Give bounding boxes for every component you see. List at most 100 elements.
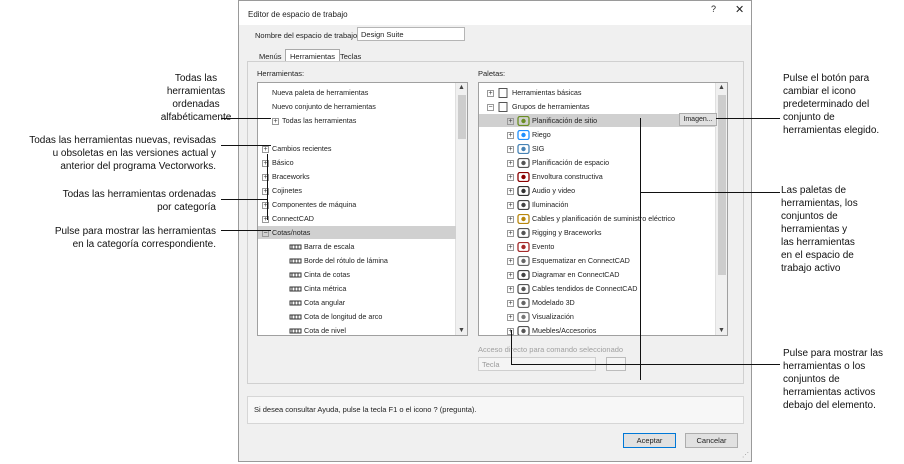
- collapse-icon[interactable]: −: [487, 103, 494, 111]
- tools-tree-item[interactable]: Cota angular: [258, 296, 456, 309]
- expand-icon[interactable]: +: [507, 229, 514, 237]
- expand-icon[interactable]: +: [262, 145, 269, 153]
- expand-icon[interactable]: +: [507, 159, 514, 167]
- leader-line: [640, 118, 641, 380]
- tool-set-icon: [517, 157, 530, 169]
- callout-image-button: Pulse el botón para cambiar el icono pre…: [783, 73, 880, 136]
- scroll-thumb[interactable]: [718, 95, 726, 275]
- ok-button[interactable]: Aceptar: [623, 433, 676, 448]
- tools-tree-item[interactable]: + Cambios recientes: [258, 142, 456, 155]
- palettes-tree-item[interactable]: + Riego: [479, 128, 715, 141]
- tools-tree-label: ConnectCAD: [272, 214, 314, 223]
- callout-recent-changes: Todas las herramientas nuevas, revisadas…: [29, 135, 216, 172]
- tools-tree-item[interactable]: + Todas las herramientas: [258, 114, 456, 127]
- tools-tree-label: Braceworks: [272, 172, 310, 181]
- resize-grip-icon[interactable]: ⋰: [742, 451, 749, 459]
- tools-tree-panel[interactable]: ▲ ▼ Nueva paleta de herramientas Nuevo co…: [257, 82, 468, 336]
- leader-line: [221, 199, 268, 200]
- expand-icon[interactable]: +: [507, 271, 514, 279]
- tools-tree-item[interactable]: + ConnectCAD: [258, 212, 456, 225]
- tools-tree-item[interactable]: Cota de longitud de arco: [258, 310, 456, 323]
- palettes-tree-item[interactable]: + Planificación de espacio: [479, 156, 715, 169]
- palettes-tree-item[interactable]: + Modelado 3D: [479, 296, 715, 309]
- expand-icon[interactable]: +: [507, 215, 514, 223]
- palettes-tree-item[interactable]: + Esquematizar en ConnectCAD: [479, 254, 715, 267]
- tools-tree-item[interactable]: Borde del rótulo de lámina: [258, 254, 456, 267]
- tool-set-icon: [517, 241, 530, 253]
- tools-tree-label: Barra de escala: [304, 242, 355, 251]
- palettes-tree-panel[interactable]: ▲ ▼ + Herramientas básicas − Grupos de herr…: [478, 82, 728, 336]
- workspace-name-input[interactable]: Design Suite: [357, 27, 465, 41]
- palettes-tree-item[interactable]: + SIG: [479, 142, 715, 155]
- tools-scrollbar[interactable]: ▲ ▼: [455, 83, 467, 335]
- expand-icon[interactable]: +: [507, 313, 514, 321]
- tools-tree-item[interactable]: − Cotas/notas: [258, 226, 456, 239]
- expand-icon[interactable]: +: [507, 299, 514, 307]
- expand-icon[interactable]: +: [507, 131, 514, 139]
- tools-tree-item[interactable]: Barra de escala: [258, 240, 456, 253]
- tools-tree-item[interactable]: + Braceworks: [258, 170, 456, 183]
- palettes-tree-item[interactable]: + Evento: [479, 240, 715, 253]
- palettes-tree-item[interactable]: + Rigging y Braceworks: [479, 226, 715, 239]
- tool-set-icon: [517, 311, 530, 323]
- palettes-tree-item[interactable]: − Grupos de herramientas: [479, 100, 715, 113]
- tool-icon: [289, 242, 302, 252]
- palettes-tree-label: Cables tendidos de ConnectCAD: [532, 284, 638, 293]
- expand-icon[interactable]: +: [507, 187, 514, 195]
- expand-icon[interactable]: +: [272, 117, 279, 125]
- palettes-tree-item[interactable]: + Envoltura constructiva: [479, 170, 715, 183]
- expand-icon[interactable]: +: [507, 145, 514, 153]
- tools-tree-item[interactable]: Cinta de cotas: [258, 268, 456, 281]
- tools-tree-label: Todas las herramientas: [282, 116, 357, 125]
- callout-expand-category: Pulse para mostrar las herramientas en l…: [54, 226, 216, 250]
- tools-tree-label: Básico: [272, 158, 294, 167]
- palettes-tree-item[interactable]: +Muebles/Accesorios: [479, 324, 715, 335]
- expand-icon[interactable]: +: [507, 243, 514, 251]
- tools-tree-item[interactable]: [258, 128, 456, 141]
- palettes-tree-item[interactable]: + Cables y planificación de suministro el…: [479, 212, 715, 225]
- tools-tree-item[interactable]: + Básico: [258, 156, 456, 169]
- title-bar: Editor de espacio de trabajo ? ✕: [239, 1, 751, 25]
- palettes-tree-item[interactable]: + Visualización: [479, 310, 715, 323]
- tools-tree-item[interactable]: + Cojinetes: [258, 184, 456, 197]
- leader-line: [267, 154, 268, 220]
- scroll-up-icon[interactable]: ▲: [718, 84, 725, 91]
- expand-icon[interactable]: +: [487, 89, 494, 97]
- palette-icon: [497, 102, 510, 113]
- expand-icon[interactable]: +: [507, 117, 514, 125]
- help-icon[interactable]: ?: [711, 4, 716, 14]
- scroll-down-icon[interactable]: ▼: [458, 327, 465, 334]
- expand-icon[interactable]: +: [507, 257, 514, 265]
- tools-tree-item[interactable]: Nuevo conjunto de herramientas: [258, 100, 456, 113]
- scroll-thumb[interactable]: [458, 95, 466, 139]
- close-icon[interactable]: ✕: [735, 3, 744, 16]
- scroll-up-icon[interactable]: ▲: [458, 84, 465, 91]
- palettes-tree-label: Envoltura constructiva: [532, 172, 603, 181]
- palettes-tree-label: Diagramar en ConnectCAD: [532, 270, 620, 279]
- tool-icon: [289, 256, 302, 266]
- expand-icon[interactable]: +: [507, 285, 514, 293]
- shortcut-label: Acceso directo para comando seleccionado: [478, 345, 624, 354]
- tool-set-icon: [517, 199, 530, 211]
- cancel-button[interactable]: Cancelar: [685, 433, 738, 448]
- palettes-tree-item[interactable]: + Diagramar en ConnectCAD: [479, 268, 715, 281]
- scroll-down-icon[interactable]: ▼: [718, 327, 725, 334]
- expand-icon[interactable]: +: [507, 201, 514, 209]
- palettes-tree-label: Herramientas básicas: [512, 88, 582, 97]
- palettes-tree-label: Esquematizar en ConnectCAD: [532, 256, 630, 265]
- palettes-tree-item[interactable]: + Audio y video: [479, 184, 715, 197]
- tools-tree-item[interactable]: Nueva paleta de herramientas: [258, 86, 456, 99]
- tools-tree-item[interactable]: Cota de nivel: [258, 324, 456, 335]
- tool-set-icon: [517, 283, 530, 295]
- tool-set-icon: [517, 297, 530, 309]
- workspace-editor-dialog: Editor de espacio de trabajo ? ✕ Nombre …: [238, 0, 752, 462]
- image-button[interactable]: Imagen...: [679, 113, 717, 126]
- tools-tree-item[interactable]: + Componentes de máquina: [258, 198, 456, 211]
- tools-tree-label: Nueva paleta de herramientas: [272, 88, 369, 97]
- expand-icon[interactable]: +: [507, 173, 514, 181]
- palettes-tree-item[interactable]: + Cables tendidos de ConnectCAD: [479, 282, 715, 295]
- tools-tree-label: Cota de nivel: [304, 326, 346, 335]
- palettes-tree-item[interactable]: + Herramientas básicas: [479, 86, 715, 99]
- palettes-tree-item[interactable]: + Iluminación: [479, 198, 715, 211]
- tools-tree-item[interactable]: Cinta métrica: [258, 282, 456, 295]
